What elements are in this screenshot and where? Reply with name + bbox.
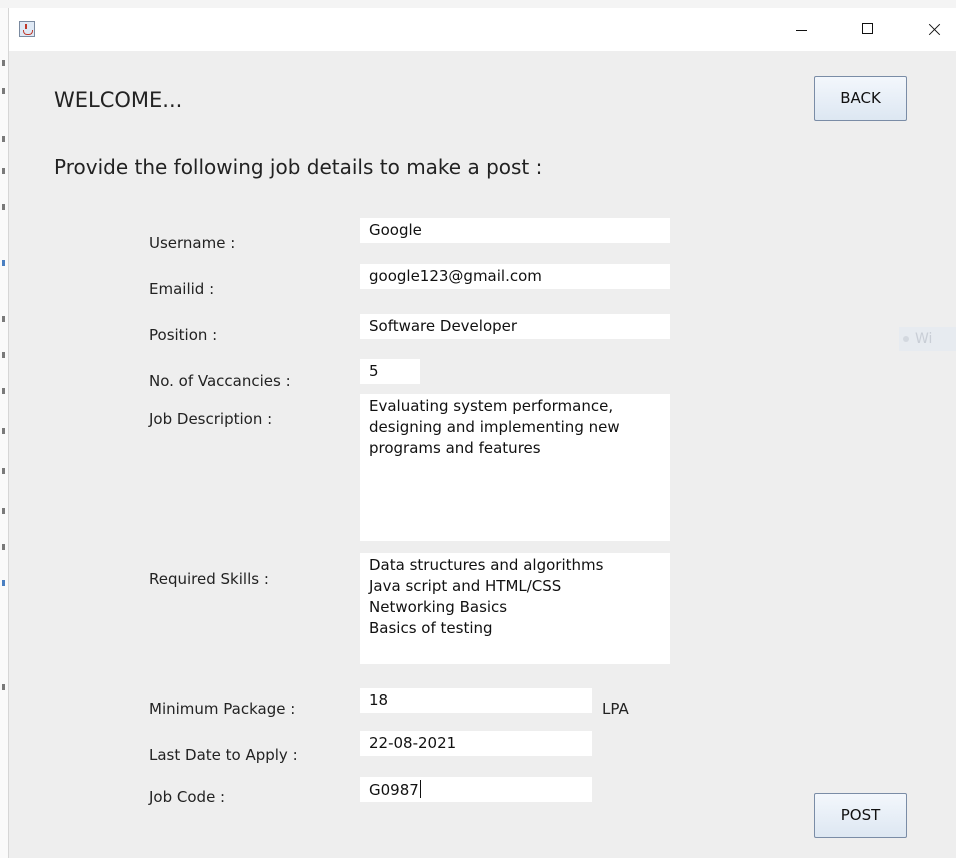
vacancies-field[interactable]: 5	[360, 359, 420, 384]
background-tick	[2, 580, 5, 586]
job-code-label: Job Code :	[149, 788, 226, 806]
background-tick	[2, 544, 5, 550]
maximize-icon[interactable]	[845, 8, 891, 51]
vacancies-label: No. of Vaccancies :	[149, 372, 291, 390]
back-button[interactable]: BACK	[814, 76, 907, 121]
form-instructions: Provide the following job details to mak…	[54, 155, 543, 179]
email-label: Emailid :	[149, 280, 215, 298]
background-tick	[2, 316, 5, 322]
close-icon[interactable]	[911, 8, 956, 51]
job-description-label: Job Description :	[149, 410, 273, 428]
background-tick	[2, 204, 5, 210]
last-date-label: Last Date to Apply :	[149, 746, 298, 764]
title-bar	[9, 8, 956, 51]
background-list-item: Wi	[899, 327, 956, 351]
background-window-edge-left	[0, 8, 8, 858]
required-skills-label: Required Skills :	[149, 570, 269, 588]
java-cup-icon[interactable]	[19, 21, 35, 37]
minimize-icon[interactable]	[779, 8, 825, 51]
background-tick	[2, 260, 5, 266]
position-field[interactable]: Software Developer	[360, 314, 670, 339]
background-tick	[2, 88, 5, 94]
position-label: Position :	[149, 326, 218, 344]
background-tick	[2, 60, 5, 66]
background-tick	[2, 468, 5, 474]
background-tick	[2, 352, 5, 358]
minimum-package-field[interactable]: 18	[360, 688, 592, 713]
last-date-field[interactable]: 22-08-2021	[360, 731, 592, 756]
username-label: Username :	[149, 234, 236, 252]
job-code-field[interactable]: G0987	[360, 777, 592, 802]
job-description-textarea[interactable]: Evaluating system performance, designing…	[360, 394, 670, 541]
job-code-value: G0987	[369, 781, 419, 799]
minimum-package-label: Minimum Package :	[149, 700, 296, 718]
post-button[interactable]: POST	[814, 793, 907, 838]
background-tick	[2, 168, 5, 174]
background-tick	[2, 136, 5, 142]
background-tick	[2, 684, 5, 690]
job-post-window: WELCOME... BACK Provide the following jo…	[8, 8, 956, 858]
username-field[interactable]: Google	[360, 218, 670, 243]
email-field[interactable]: google123@gmail.com	[360, 264, 670, 289]
welcome-heading: WELCOME...	[54, 88, 183, 112]
text-cursor	[419, 780, 421, 798]
background-tick	[2, 388, 5, 394]
required-skills-textarea[interactable]: Data structures and algorithms Java scri…	[360, 553, 670, 664]
background-tick	[2, 428, 5, 434]
background-tick	[2, 508, 5, 514]
package-unit-label: LPA	[602, 700, 629, 718]
